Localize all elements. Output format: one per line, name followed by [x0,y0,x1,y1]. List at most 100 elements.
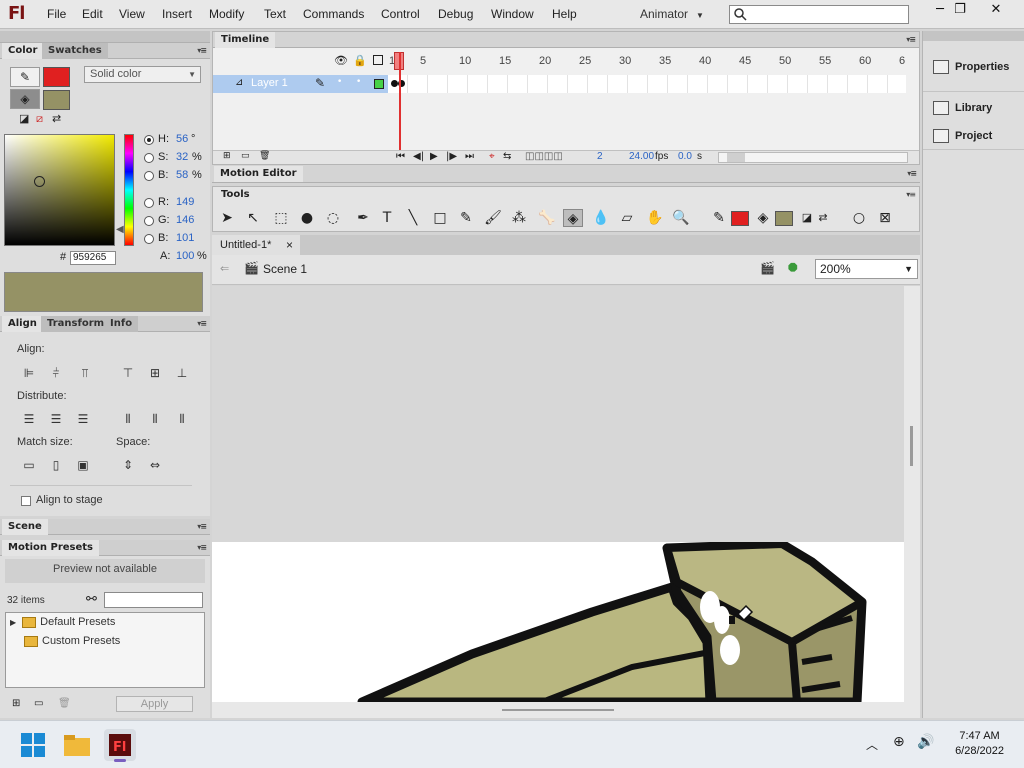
windows-start-icon[interactable] [17,729,49,761]
tab-scene[interactable]: Scene [2,519,48,535]
hex-input[interactable]: 959265 [70,251,116,265]
apply-button[interactable]: Apply [116,696,193,712]
color-type-select[interactable]: Solid color ▼ [84,66,201,83]
new-folder-icon[interactable]: ▭ [241,151,250,161]
panel-menu-icon[interactable]: ▾≡ [197,319,207,328]
library-panel-button[interactable]: Library [933,101,992,115]
radio-h[interactable] [144,135,154,145]
tree-item-default-presets[interactable]: ▶ Default Presets [10,616,115,628]
radio-b[interactable] [144,171,154,181]
fill-color-swatch[interactable] [775,211,793,226]
fill-color-button[interactable]: ◈ [10,89,40,109]
match-height-icon[interactable]: ▯ [47,456,65,474]
tab-motion-editor[interactable]: Motion Editor [214,166,303,182]
chevron-up-icon[interactable]: ︿ [866,736,878,753]
eye-icon[interactable]: 👁 [334,54,348,67]
tab-swatches[interactable]: Swatches [42,43,108,59]
lock-icon[interactable]: 🔒 [353,54,367,67]
panel-collapse-bar[interactable] [0,31,210,43]
panel-menu-icon[interactable]: ▾≡ [197,543,207,552]
panel-menu-icon[interactable]: ▾≡ [197,522,207,531]
radio-g[interactable] [144,216,154,226]
distribute-top-icon[interactable]: ☰ [20,410,38,428]
pencil-tool-icon[interactable]: ✎ [456,209,476,227]
tab-color[interactable]: Color [2,43,44,59]
3d-rotation-icon[interactable]: ● [297,209,317,227]
distribute-vcenter-icon[interactable]: ☰ [47,410,65,428]
tab-info[interactable]: Info [104,316,139,332]
lasso-tool-icon[interactable]: ◌ [323,209,343,227]
file-explorer-icon[interactable] [61,729,93,761]
properties-panel-button[interactable]: Properties [933,60,1009,74]
playhead[interactable] [399,52,401,150]
space-horizontal-icon[interactable]: ⇔ [146,456,164,474]
elapsed-time[interactable]: 0.0 [678,151,692,162]
flash-app-icon[interactable]: Fl [104,729,136,762]
center-frame-icon[interactable]: ⌖ [489,151,495,162]
menu-file[interactable]: File [47,7,66,21]
menu-modify[interactable]: Modify [209,7,244,21]
eyedropper-tool-icon[interactable]: 💧 [591,209,611,227]
align-right-icon[interactable]: ⫪ [76,364,94,382]
layer-row-layer-1[interactable]: ⊿ Layer 1 ✎ • • [213,75,388,93]
match-both-icon[interactable]: ▣ [74,456,92,474]
lock-fill-icon[interactable]: ⊠ [875,209,895,227]
value-g[interactable]: 146 [176,214,194,226]
value-s[interactable]: 32 [176,151,188,163]
value-blue[interactable]: 101 [176,232,194,244]
rectangle-tool-icon[interactable]: □ [430,209,450,227]
tab-tools[interactable]: Tools [215,187,256,203]
color-cursor[interactable] [34,176,45,187]
document-tab[interactable]: Untitled-1* × [212,235,300,255]
new-layer-icon[interactable]: ⊞ [223,151,231,161]
radio-blue[interactable] [144,234,154,244]
menu-view[interactable]: View [119,7,145,21]
panel-menu-icon[interactable]: ▾≡ [197,46,207,55]
pen-tool-icon[interactable]: ✒ [353,209,373,227]
menu-control[interactable]: Control [381,7,420,21]
align-bottom-icon[interactable]: ⊥ [173,364,191,382]
no-color-icon[interactable]: ⧄ [36,112,43,126]
value-b[interactable]: 58 [176,169,188,181]
help-search-input[interactable] [729,5,909,24]
panel-collapse-bar[interactable] [923,31,1024,41]
stage-hscrollbar[interactable] [212,702,920,718]
panel-menu-icon[interactable]: ▾≡ [906,35,916,44]
align-hcenter-icon[interactable]: ⫩ [47,364,65,382]
text-tool-icon[interactable]: T [377,209,397,227]
hand-tool-icon[interactable]: ✋ [645,209,665,227]
distribute-right-icon[interactable]: ⦀ [173,410,191,428]
pasteboard[interactable] [212,286,904,542]
space-vertical-icon[interactable]: ⇕ [119,456,137,474]
last-frame-icon[interactable]: ⏭ [465,151,474,162]
delete-layer-icon[interactable]: 🗑 [259,151,270,161]
keyframe[interactable] [391,80,398,87]
back-arrow-icon[interactable]: ⇐ [220,262,229,275]
edit-scene-icon[interactable]: 🎬 [760,261,775,275]
free-transform-icon[interactable]: ⬚ [271,209,291,227]
stroke-color-swatch[interactable] [43,67,70,87]
fill-color-swatch[interactable] [43,90,70,110]
menu-window[interactable]: Window [491,7,534,21]
current-frame[interactable]: 2 [597,151,603,162]
zoom-tool-icon[interactable]: 🔍 [671,209,691,227]
subselection-tool-icon[interactable]: ↖ [243,209,263,227]
menu-help[interactable]: Help [552,7,577,21]
line-tool-icon[interactable]: ╲ [403,209,423,227]
scroll-thumb[interactable] [502,709,614,711]
import-preset-icon[interactable]: ⊞ [12,698,20,709]
scroll-thumb[interactable] [727,153,745,162]
distribute-bottom-icon[interactable]: ☰ [74,410,92,428]
close-tab-icon[interactable]: × [286,235,293,255]
align-left-icon[interactable]: ⊫ [20,364,38,382]
align-top-icon[interactable]: ⊤ [119,364,137,382]
swap-colors-icon[interactable]: ⇄ [52,112,61,125]
workspace-switcher[interactable]: Animator ▼ [640,7,704,21]
menu-edit[interactable]: Edit [82,7,103,21]
menu-insert[interactable]: Insert [162,7,192,21]
onion-skin-icon[interactable]: ◫◫◫◫ [525,151,563,162]
zoom-select[interactable]: 200% ▼ [815,259,918,279]
panel-menu-icon[interactable]: ▾≡ [906,190,916,199]
radio-r[interactable] [144,198,154,208]
selection-tool-icon[interactable]: ➤ [217,209,237,227]
